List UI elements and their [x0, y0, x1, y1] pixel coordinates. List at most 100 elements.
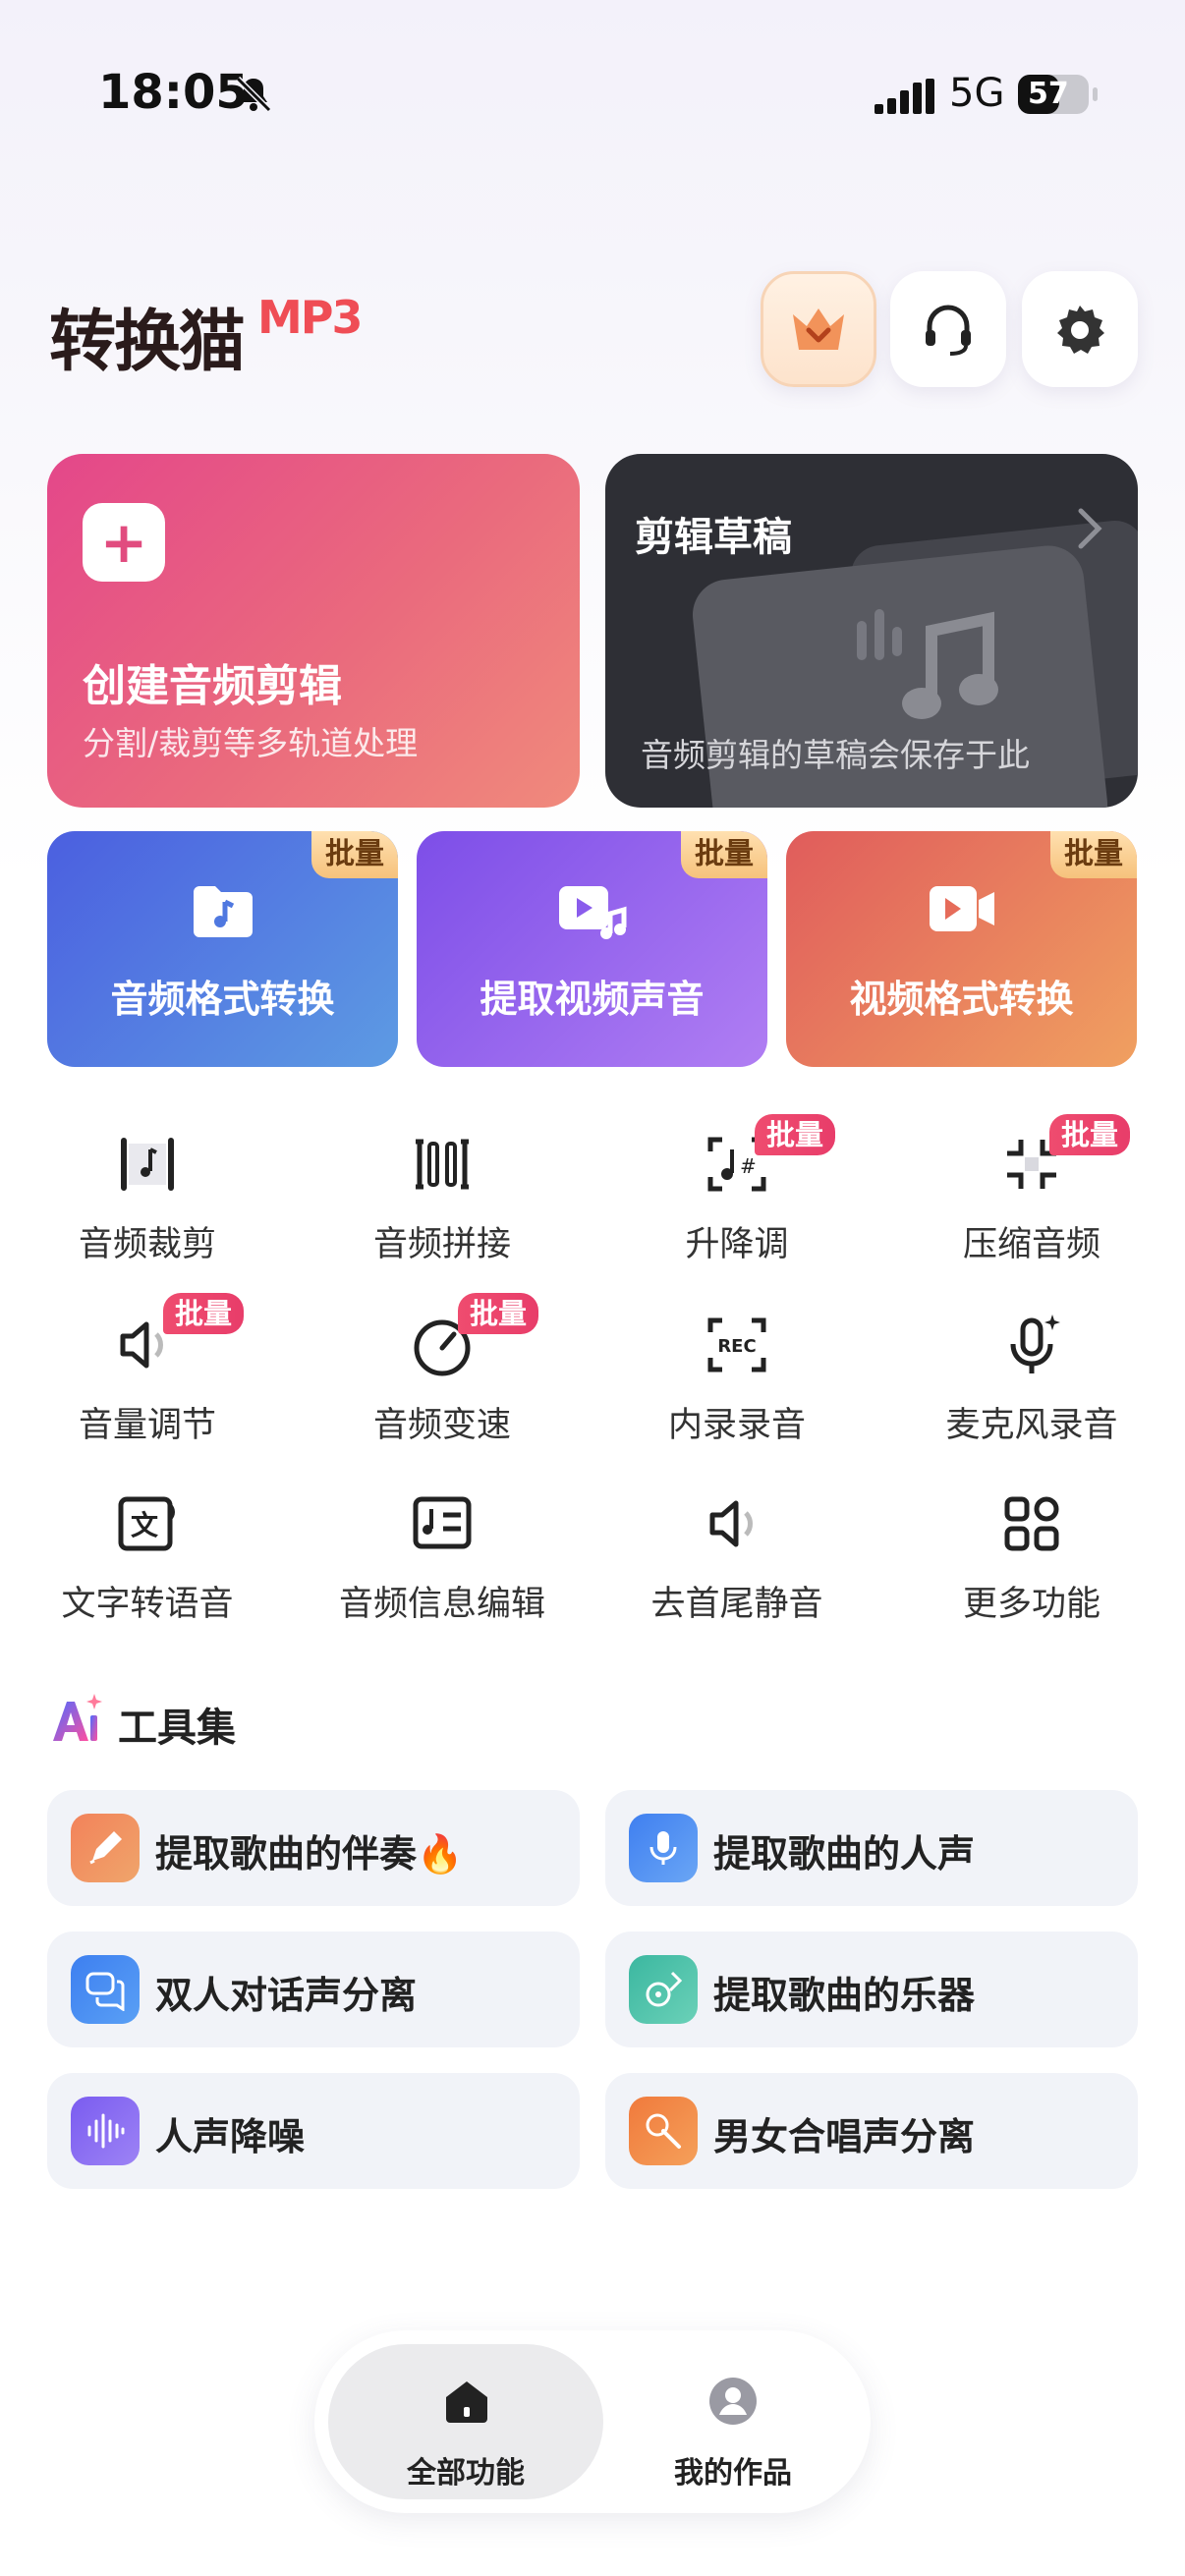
grid-item-trim-silence[interactable]: 去首尾静音 — [590, 1489, 884, 1656]
tool-label: 男女合唱声分离 — [713, 2115, 976, 2158]
battery-level: 57 — [1018, 75, 1069, 114]
nav-all-features[interactable]: 全部功能 — [328, 2344, 603, 2499]
audio-join-icon — [416, 1139, 469, 1190]
grid-item-compress[interactable]: 压缩音频 批量 — [884, 1114, 1179, 1297]
batch-badge: 批量 — [755, 1114, 836, 1155]
mute-bell-icon — [235, 76, 272, 113]
audio-trim-icon — [121, 1138, 174, 1191]
create-card-subtitle: 分割/裁剪等多轨道处理 — [83, 724, 419, 762]
gear-icon — [1057, 306, 1104, 354]
customer-service-button[interactable] — [890, 271, 1006, 387]
waveform-icon — [71, 2097, 140, 2165]
nav-label: 我的作品 — [674, 2456, 792, 2491]
grid-item-label: 音频信息编辑 — [338, 1585, 545, 1624]
tool-label: 提取歌曲的人声 — [713, 1832, 976, 1876]
batch-card-label: 视频格式转换 — [849, 978, 1074, 1021]
tool-extract-instruments[interactable]: 提取歌曲的乐器 — [605, 1932, 1138, 2047]
microphone-icon — [629, 1814, 698, 1882]
grid-item-label: 去首尾静音 — [650, 1585, 823, 1624]
guitar-icon — [629, 1955, 698, 2024]
video-camera-icon — [929, 886, 994, 931]
audio-format-convert-card[interactable]: 音频格式转换 批量 — [47, 831, 398, 1067]
grid-item-label: 音频裁剪 — [78, 1225, 216, 1264]
audio-info-icon — [413, 1496, 472, 1549]
tool-voice-denoise[interactable]: 人声降噪 — [47, 2073, 580, 2189]
speaker-icon — [709, 1500, 753, 1547]
video-music-icon — [558, 886, 626, 939]
vip-crown-icon — [793, 308, 844, 350]
chat-bubbles-icon — [71, 1955, 140, 2024]
grid-item-speed[interactable]: 音频变速 批量 — [295, 1293, 590, 1478]
svg-text:文: 文 — [131, 1509, 158, 1541]
create-audio-edit-card[interactable]: + 创建音频剪辑 分割/裁剪等多轨道处理 — [47, 454, 580, 808]
grid-item-mic-record[interactable]: 麦克风录音 — [884, 1311, 1179, 1478]
video-format-convert-card[interactable]: 视频格式转换 批量 — [786, 831, 1137, 1067]
audio-folder-icon — [193, 886, 253, 937]
batch-badge: 批量 — [1049, 1114, 1131, 1155]
tool-label: 双人对话声分离 — [155, 1974, 418, 2017]
grid-item-label: 内录录音 — [667, 1406, 806, 1445]
grid-item-label: 音频变速 — [372, 1406, 511, 1445]
grid-item-text-to-speech[interactable]: 文 文字转语音 — [0, 1489, 295, 1656]
grid-item-label: 音频拼接 — [372, 1225, 511, 1264]
grid-item-pitch[interactable]: # 升降调 批量 — [590, 1114, 884, 1297]
status-time: 18:05 — [98, 65, 249, 120]
nav-my-works[interactable]: 我的作品 — [609, 2344, 857, 2499]
vip-button[interactable] — [761, 271, 876, 387]
tools-section-title: 工具集 — [118, 1706, 236, 1751]
plus-icon: + — [83, 503, 165, 582]
ai-icon — [53, 1694, 102, 1741]
chevron-right-icon — [1078, 508, 1102, 549]
battery-icon: 57 — [1018, 75, 1099, 114]
batch-card-label: 音频格式转换 — [110, 978, 335, 1021]
bottom-nav: 全部功能 我的作品 — [314, 2330, 871, 2513]
batch-badge: 批量 — [1050, 831, 1137, 878]
grid-item-label: 音量调节 — [78, 1406, 216, 1445]
grid-item-audio-trim[interactable]: 音频裁剪 — [0, 1130, 295, 1297]
grid-item-more[interactable]: 更多功能 — [884, 1489, 1179, 1656]
create-card-title: 创建音频剪辑 — [83, 661, 342, 711]
draft-card-subtitle: 音频剪辑的草稿会保存于此 — [641, 736, 1030, 774]
draft-card-title: 剪辑草稿 — [635, 515, 792, 560]
network-type: 5G — [949, 71, 1005, 116]
fire-icon: 🔥 — [417, 1832, 464, 1876]
batch-card-label: 提取视频声音 — [480, 978, 705, 1021]
tool-label: 人声降噪 — [155, 2115, 306, 2158]
headset-icon — [926, 305, 971, 356]
tool-label: 提取歌曲的伴奏🔥 — [155, 1832, 464, 1876]
music-note-icon — [857, 609, 998, 719]
tool-duet-separation[interactable]: 男女合唱声分离 — [605, 2073, 1138, 2189]
edit-drafts-card[interactable]: 剪辑草稿 音频剪辑的草稿会保存于此 — [605, 454, 1138, 808]
karaoke-mic-icon — [629, 2097, 698, 2165]
grid-item-label: 更多功能 — [962, 1585, 1100, 1624]
tool-extract-vocals[interactable]: 提取歌曲的人声 — [605, 1790, 1138, 1906]
home-icon — [446, 2381, 487, 2423]
rec-text: REC — [717, 1336, 756, 1357]
text-to-speech-icon: 文 — [118, 1496, 175, 1551]
more-grid-icon — [1004, 1496, 1059, 1551]
grid-item-volume[interactable]: 音量调节 批量 — [0, 1293, 295, 1478]
grid-item-label: 压缩音频 — [962, 1225, 1100, 1264]
settings-button[interactable] — [1022, 271, 1138, 387]
profile-icon — [709, 2378, 757, 2425]
batch-badge: 批量 — [681, 831, 767, 878]
signal-icon — [875, 79, 934, 114]
app-logo: 转换猫 — [49, 304, 246, 381]
tool-extract-accompaniment[interactable]: 提取歌曲的伴奏🔥 — [47, 1790, 580, 1906]
app-logo-suffix: MP3 — [257, 291, 363, 344]
grid-item-audio-info[interactable]: 音频信息编辑 — [295, 1489, 590, 1656]
pen-icon — [71, 1814, 140, 1882]
grid-item-audio-join[interactable]: 音频拼接 — [295, 1130, 590, 1297]
svg-text:#: # — [740, 1154, 757, 1178]
tool-dialog-separation[interactable]: 双人对话声分离 — [47, 1932, 580, 2047]
nav-label: 全部功能 — [407, 2456, 525, 2491]
grid-item-label: 麦克风录音 — [945, 1406, 1118, 1445]
rec-icon: REC — [707, 1317, 766, 1372]
grid-item-internal-record[interactable]: REC 内录录音 — [590, 1311, 884, 1478]
grid-item-label: 升降调 — [685, 1225, 789, 1264]
batch-badge: 批量 — [163, 1293, 245, 1334]
extract-video-audio-card[interactable]: 提取视频声音 批量 — [417, 831, 767, 1067]
batch-badge: 批量 — [458, 1293, 539, 1334]
grid-item-label: 文字转语音 — [61, 1585, 234, 1624]
microphone-icon — [1010, 1315, 1060, 1373]
